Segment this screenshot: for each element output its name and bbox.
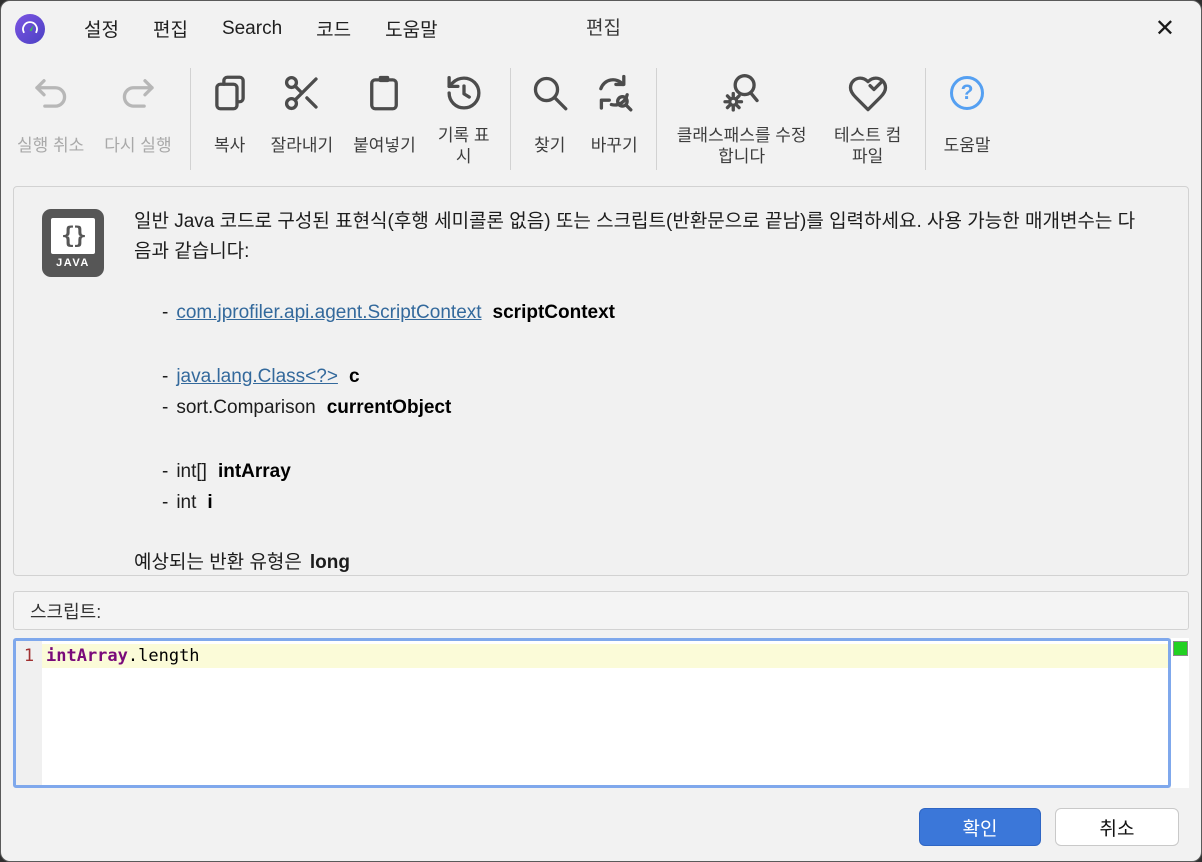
parameter-row-class: - java.lang.Class<?> c [162,361,1162,392]
history-label: 기록 표시 [437,125,490,166]
menu-search[interactable]: Search [205,12,299,46]
parameter-name: i [207,492,213,513]
jprofiler-app-icon [15,13,45,44]
copy-button[interactable]: 복사 [199,64,261,182]
toolbar-separator [924,68,926,170]
replace-label: 바꾸기 [590,136,638,156]
return-type-prefix: 예상되는 반환 유형은 [134,552,302,573]
dialog-footer: 확인 취소 [1,788,1201,861]
parameter-type-link[interactable]: java.lang.Class<?> [176,366,338,387]
parameter-row-currentobject: - sort.Comparison currentObject [162,392,1162,423]
undo-icon [30,68,72,118]
heart-check-icon [847,68,889,118]
classpath-gear-magnifier-icon [721,68,763,118]
window-title: 편집 [586,18,621,39]
help-icon: ? [950,68,985,118]
parameter-type: sort.Comparison [176,397,316,418]
java-icon-label: JAVA [56,257,90,269]
editor-row: 1 intArray.length [13,638,1189,788]
script-code-editor[interactable]: 1 intArray.length [13,638,1171,788]
cancel-button[interactable]: 취소 [1055,808,1179,846]
redo-button[interactable]: 다시 실행 [94,64,181,182]
bullet: - [162,397,169,418]
script-label-panel: 스크립트: [13,591,1189,630]
code-identifier: intArray [46,646,128,666]
bullet: - [162,461,169,482]
redo-icon [117,68,159,118]
parameter-type: int [176,492,197,513]
script-editor-dialog: 설정 편집 Search 코드 도움말 편집 ✕ 실행 취소 다시 실행 복사 [0,0,1202,862]
test-compile-label: 테스트 컴파일 [833,125,902,166]
code-member-access: .length [127,646,200,666]
parameter-name: scriptContext [492,302,616,323]
test-compile-button[interactable]: 테스트 컴파일 [819,64,917,182]
paste-icon [363,68,405,118]
parameter-row-scriptcontext: - com.jprofiler.api.agent.ScriptContext sc… [162,297,1162,328]
cut-button[interactable]: 잘라내기 [261,64,344,182]
toolbar: 실행 취소 다시 실행 복사 잘라내기 붙여넣기 기록 표시 찾기 바꾸기 클래… [1,56,1201,182]
parameter-list: - com.jprofiler.api.agent.ScriptContext sc… [162,297,1162,518]
parameter-name: intArray [217,461,291,482]
parameter-name: currentObject [326,397,452,418]
return-type-value: long [309,552,350,573]
code-area[interactable]: intArray.length [42,641,1168,785]
undo-button[interactable]: 실행 취소 [7,64,94,182]
show-history-button[interactable]: 기록 표시 [426,64,502,182]
menu-code[interactable]: 코드 [299,9,368,48]
toolbar-separator [189,68,191,170]
cut-label: 잘라내기 [270,136,334,156]
paste-label: 붙여넣기 [353,136,416,156]
info-panel: {} JAVA 일반 Java 코드로 구성된 표현식(후행 세미콜론 없음) … [13,186,1189,576]
line-number: 1 [23,646,35,666]
copy-label: 복사 [213,136,246,156]
toolbar-separator [509,68,511,170]
return-type-line: 예상되는 반환 유형은 long [134,548,1162,575]
no-errors-status-indicator [1172,641,1188,656]
parameter-name: c [348,366,360,387]
redo-label: 다시 실행 [104,136,172,156]
parameter-row-intarray: - int[] intArray [162,456,1162,487]
titlebar: 설정 편집 Search 코드 도움말 편집 ✕ [1,1,1201,56]
bullet: - [162,302,169,323]
bullet: - [162,366,169,387]
undo-label: 실행 취소 [17,136,85,156]
classpath-label: 클래스패스를 수정합니다 [676,125,807,166]
history-icon [443,68,485,118]
java-braces-glyph: {} [51,218,95,254]
bullet: - [162,492,169,513]
ok-button[interactable]: 확인 [919,808,1041,846]
replace-icon [593,68,635,118]
java-code-icon: {} JAVA [42,209,104,277]
parameter-row-i: - int i [162,487,1162,518]
help-label: 도움말 [943,136,991,156]
replace-button[interactable]: 바꾸기 [581,64,648,182]
script-label: 스크립트: [30,601,102,622]
copy-icon [209,68,251,118]
intro-text: 일반 Java 코드로 구성된 표현식(후행 세미콜론 없음) 또는 스크립트(… [134,211,1136,262]
paste-button[interactable]: 붙여넣기 [343,64,426,182]
cut-icon [281,68,323,118]
code-line-1[interactable]: intArray.length [42,644,1168,668]
parameter-type-link[interactable]: com.jprofiler.api.agent.ScriptContext [176,302,481,323]
toolbar-separator [655,68,657,170]
parameter-type: int[] [176,461,207,482]
find-label: 찾기 [534,136,566,156]
menu-help[interactable]: 도움말 [368,9,454,48]
error-stripe [1171,638,1189,788]
modify-classpath-button[interactable]: 클래스패스를 수정합니다 [665,64,819,182]
search-icon [529,68,571,118]
help-button[interactable]: ? 도움말 [934,64,1001,182]
line-number-gutter: 1 [16,641,42,785]
find-button[interactable]: 찾기 [519,64,581,182]
menu-settings[interactable]: 설정 [67,9,136,48]
close-icon[interactable]: ✕ [1147,13,1183,45]
menu-edit[interactable]: 편집 [136,9,205,48]
info-body: 일반 Java 코드로 구성된 표현식(후행 세미콜론 없음) 또는 스크립트(… [134,207,1162,575]
